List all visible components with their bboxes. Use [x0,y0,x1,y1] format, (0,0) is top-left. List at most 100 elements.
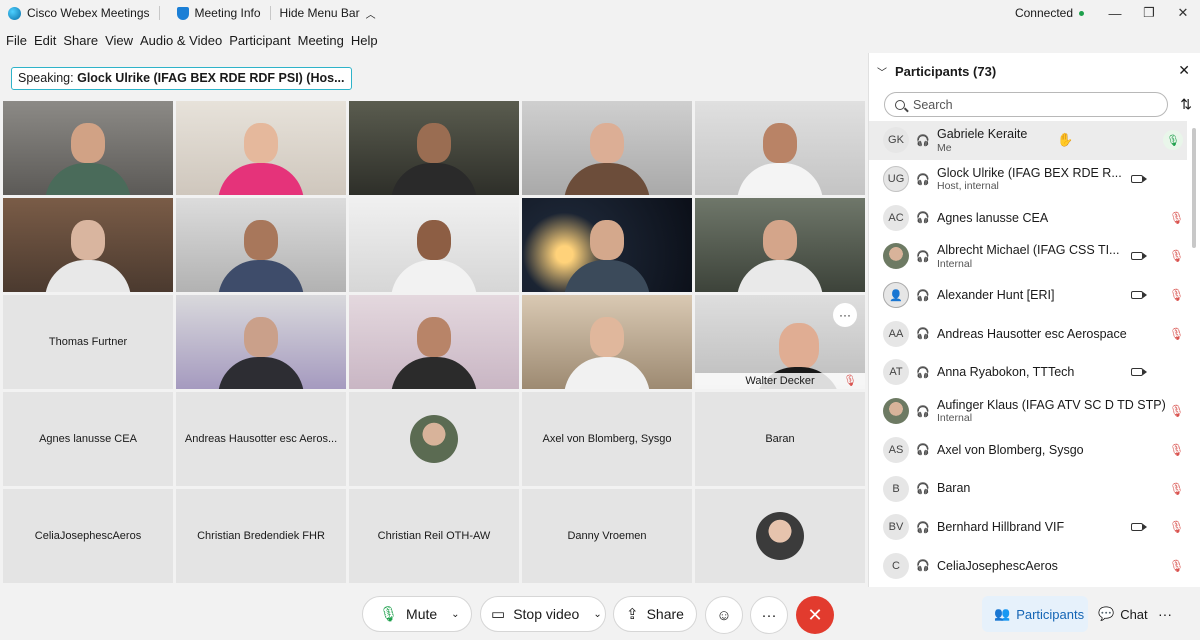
participant-row[interactable]: 🎧 Aufinger Klaus (IFAG ATV SC D TD STP) I… [869,392,1187,431]
name-tile[interactable]: Agnes lanusse CEA [3,392,173,486]
participant-name: Bernhard Hillbrand VIF [937,520,1065,535]
chevron-down-icon[interactable]: ⌄ [593,609,601,620]
participant-row[interactable]: AS 🎧 Axel von Blomberg, Sysgo 🎙 [869,431,1187,470]
menu-help[interactable]: Help [351,33,378,48]
participant-name: Agnes lanusse CEA [937,210,1049,225]
sort-icon[interactable]: ⇅ [1180,96,1192,113]
mute-label: Mute [406,606,438,622]
name-tile[interactable]: CeliaJosephescAeros [3,489,173,583]
participant-row[interactable]: 🎧 Albrecht Michael (IFAG CSS TI... Intern… [869,237,1187,276]
camera-icon [1131,291,1147,300]
menu-view[interactable]: View [105,33,133,48]
panel-title: Participants (73) [895,63,997,79]
name-tile[interactable]: Baran [695,392,865,486]
participant-role: Internal [937,412,973,425]
video-tile[interactable] [695,101,865,195]
close-window-button[interactable]: ✕ [1166,0,1200,26]
chat-button[interactable]: 💬 Chat [1096,596,1152,632]
participant-name: Christian Reil OTH-AW [377,530,491,542]
participant-row[interactable]: 👤 🎧 Alexander Hunt [ERI] 🎙 [869,276,1187,315]
mic-muted-icon: 🎙 [1169,210,1185,225]
video-tile[interactable] [176,101,346,195]
video-tile[interactable] [522,101,692,195]
video-tile[interactable] [176,295,346,389]
participant-row[interactable]: B 🎧 Baran 🎙 [869,469,1187,508]
app-name: Cisco Webex Meetings [27,6,150,20]
name-tile[interactable]: Andreas Hausotter esc Aeros... [176,392,346,486]
reactions-button[interactable]: ☺ [705,596,743,634]
stop-video-button[interactable]: ▭ Stop video ⌄ [480,596,606,632]
avatar [883,398,909,425]
mic-muted-icon: 🎙 [1169,249,1185,264]
menu-edit[interactable]: Edit [34,33,56,48]
chevron-down-icon[interactable]: ﹀ [877,64,887,79]
participant-name: Danny Vroemen [567,530,647,542]
video-tile[interactable] [3,198,173,292]
meeting-info-button[interactable]: Meeting Info [176,6,261,20]
person-icon: 👤 [883,282,909,309]
more-panels-button[interactable]: ··· [1158,596,1172,632]
mute-button[interactable]: 🎙 Mute ⌄ [362,596,472,632]
chevron-down-icon[interactable]: ⌄ [451,609,459,620]
more-options-icon[interactable]: ··· [833,303,857,327]
more-options-button[interactable]: ··· [750,596,788,634]
participant-row[interactable]: AC 🎧 Agnes lanusse CEA 🎙 [869,198,1187,237]
avatar: C [883,552,909,579]
participant-row[interactable]: BV 🎧 Bernhard Hillbrand VIF 🎙 [869,508,1187,547]
video-tile-active[interactable]: ··· Walter Decker 🎙 [695,295,865,389]
video-tile[interactable] [3,101,173,195]
menu-participant[interactable]: Participant [229,33,290,48]
participant-row[interactable]: AA 🎧 Andreas Hausotter esc Aerospace 🎙 [869,314,1187,353]
scrollbar[interactable] [1192,128,1196,248]
end-call-button[interactable]: ✕ [796,596,834,634]
avatar: AC [883,204,909,231]
menu-file[interactable]: File [6,33,27,48]
participants-button[interactable]: 👥 Participants [982,596,1088,632]
avatar: AS [883,436,909,463]
menu-audio-video[interactable]: Audio & Video [140,33,222,48]
avatar-tile[interactable] [695,489,865,583]
video-tile[interactable] [349,295,519,389]
maximize-button[interactable]: ❐ [1132,0,1166,26]
status-dot-icon [1079,10,1084,16]
name-tile[interactable]: Danny Vroemen [522,489,692,583]
share-button[interactable]: ⇪ Share [613,596,697,632]
video-tile[interactable] [695,198,865,292]
video-tile[interactable] [522,198,692,292]
search-input[interactable]: Search [884,92,1168,117]
hide-menu-bar-button[interactable]: Hide Menu Bar ︿ [280,6,376,21]
video-tile[interactable] [349,198,519,292]
minimize-button[interactable]: — [1098,0,1132,26]
menu-share[interactable]: Share [63,33,98,48]
video-tile[interactable] [349,101,519,195]
name-tile[interactable]: Christian Reil OTH-AW [349,489,519,583]
close-icon[interactable]: ✕ [1178,62,1190,79]
avatar-tile[interactable] [349,392,519,486]
mic-muted-icon: 🎙 [1169,326,1185,341]
speaking-prefix: Speaking: [18,71,74,85]
avatar: BV [883,514,909,541]
avatar: B [883,475,909,502]
mic-on-icon[interactable]: 🎙 [1163,130,1183,151]
participant-row[interactable]: UG 🎧 Glock Ulrike (IFAG BEX RDE R... Host… [869,160,1187,199]
smiley-icon: ☺ [716,606,732,624]
participant-row[interactable]: AT 🎧 Anna Ryabokon, TTTech [869,353,1187,392]
name-tile[interactable]: Christian Bredendiek FHR [176,489,346,583]
participant-row[interactable]: GK 🎧 Gabriele Keraite Me ✋ 🎙 [869,121,1187,160]
participant-row[interactable]: C 🎧 CeliaJosephescAeros 🎙 [869,547,1187,586]
participant-name: Agnes lanusse CEA [39,433,137,445]
title-bar: Cisco Webex Meetings Meeting Info Hide M… [0,0,1200,26]
headset-icon: 🎧 [916,483,930,496]
raise-hand-icon[interactable]: ✋ [1057,132,1073,148]
mic-muted-icon: 🎙 [1169,404,1185,419]
headset-icon: 🎧 [916,212,930,225]
camera-icon [1131,368,1147,377]
active-speaker-banner: Speaking: Glock Ulrike (IFAG BEX RDE RDF… [11,67,352,90]
meeting-info-label: Meeting Info [194,6,261,20]
name-tile[interactable]: Thomas Furtner [3,295,173,389]
video-camera-icon: ▭ [491,606,506,623]
video-tile[interactable] [176,198,346,292]
menu-meeting[interactable]: Meeting [298,33,344,48]
video-tile[interactable] [522,295,692,389]
name-tile[interactable]: Axel von Blomberg, Sysgo [522,392,692,486]
